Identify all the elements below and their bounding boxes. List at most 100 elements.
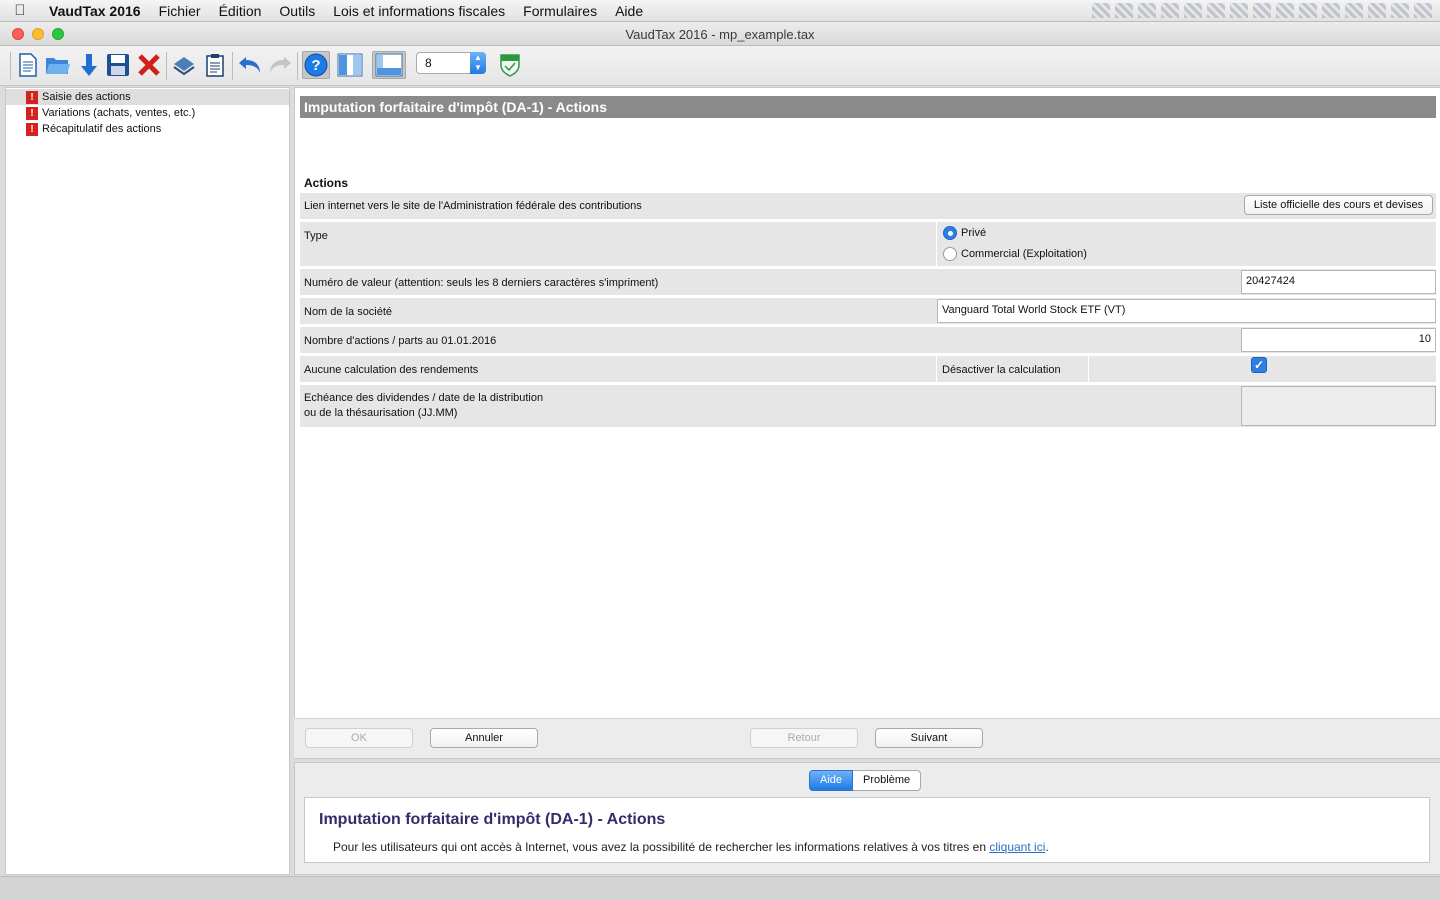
new-document-icon[interactable]: [14, 51, 42, 79]
window-title: VaudTax 2016 - mp_example.tax: [625, 27, 815, 42]
download-arrow-icon[interactable]: [75, 51, 103, 79]
toolbar: ?: [0, 46, 1440, 86]
warning-icon: !: [26, 122, 38, 136]
help-icon[interactable]: ?: [302, 51, 330, 79]
row-label: Nombre d'actions / parts au 01.01.2016: [304, 335, 497, 347]
sidebar-item-label: Variations (achats, ventes, etc.): [42, 107, 196, 119]
warning-icon: !: [26, 106, 38, 120]
menu-fichier[interactable]: Fichier: [150, 3, 210, 19]
row-label: Lien internet vers le site de l'Administ…: [304, 200, 642, 212]
menu-outils[interactable]: Outils: [270, 3, 324, 19]
status-icon[interactable]: [1276, 3, 1294, 18]
radio-label: Commercial (Exploitation): [961, 248, 1087, 260]
back-button[interactable]: Retour: [750, 728, 858, 748]
status-bar: [0, 876, 1440, 900]
row-dividend-date: Echéance des dividendes / date de la dis…: [300, 385, 1436, 427]
row-shares: Nombre d'actions / parts au 01.01.2016 1…: [300, 327, 1436, 353]
help-content: Imputation forfaitaire d'impôt (DA-1) - …: [304, 797, 1430, 863]
status-icon[interactable]: [1345, 3, 1363, 18]
section-title: Actions: [304, 176, 349, 190]
dividend-date-input[interactable]: [1241, 386, 1436, 426]
tab-probleme[interactable]: Problème: [853, 770, 922, 791]
status-icon[interactable]: [1138, 3, 1156, 18]
status-icon[interactable]: [1230, 3, 1248, 18]
status-icon[interactable]: [1184, 3, 1202, 18]
vaud-shield-icon[interactable]: [496, 51, 524, 79]
status-icon[interactable]: [1299, 3, 1317, 18]
status-icon[interactable]: [1368, 3, 1386, 18]
row-internet-link: Lien internet vers le site de l'Administ…: [300, 193, 1436, 219]
disable-calculation-checkbox[interactable]: ✓: [1251, 357, 1267, 373]
save-disk-icon[interactable]: [104, 51, 132, 79]
sidebar-item-variations[interactable]: ! Variations (achats, ventes, etc.): [6, 105, 195, 121]
row-valor: Numéro de valeur (attention: seuls les 8…: [300, 269, 1436, 295]
form-header: Imputation forfaitaire d'impôt (DA-1) - …: [300, 96, 1436, 118]
clipboard-icon[interactable]: [201, 51, 229, 79]
status-icon[interactable]: [1161, 3, 1179, 18]
next-button[interactable]: Suivant: [875, 728, 983, 748]
status-icon[interactable]: [1414, 3, 1432, 18]
sidebar-item-recapitulatif[interactable]: ! Récapitulatif des actions: [6, 121, 161, 137]
tab-aide[interactable]: Aide: [809, 770, 854, 791]
menu-app-name[interactable]: VaudTax 2016: [40, 3, 150, 19]
form-panel: Imputation forfaitaire d'impôt (DA-1) - …: [294, 87, 1440, 759]
status-icon[interactable]: [1391, 3, 1409, 18]
row-label: ou de la thésaurisation (JJ.MM): [304, 407, 458, 419]
row-label: Echéance des dividendes / date de la dis…: [304, 392, 544, 404]
delete-x-icon[interactable]: [135, 51, 163, 79]
status-icon[interactable]: [1253, 3, 1271, 18]
sidebar-item-label: Récapitulatif des actions: [42, 123, 162, 135]
stepper-arrows-icon[interactable]: ▲ ▼: [470, 52, 486, 74]
window-titlebar: VaudTax 2016 - mp_example.tax: [0, 22, 1440, 46]
sidebar-tree: ! Saisie des actions ! Variations (achat…: [5, 87, 290, 875]
status-icon[interactable]: [1207, 3, 1225, 18]
sidebar-item-saisie-actions[interactable]: ! Saisie des actions: [6, 89, 289, 105]
radio-label: Privé: [961, 227, 987, 239]
row-type: Type Privé Commercial (Exploitation): [300, 222, 1436, 266]
row-no-calculation: Aucune calculation des rendements Désact…: [300, 356, 1436, 382]
official-rates-button[interactable]: Liste officielle des cours et devises: [1244, 195, 1433, 215]
shares-input[interactable]: 10: [1241, 328, 1436, 352]
menubar:  VaudTax 2016 Fichier Édition Outils Lo…: [0, 0, 1440, 22]
cancel-button[interactable]: Annuler: [430, 728, 538, 748]
sidebar-layout-icon[interactable]: [336, 51, 364, 79]
menu-aide[interactable]: Aide: [606, 3, 652, 19]
undo-icon[interactable]: [236, 51, 264, 79]
row-company: Nom de la société Vanguard Total World S…: [300, 298, 1436, 324]
apple-icon[interactable]: : [0, 2, 40, 19]
row-label: Numéro de valeur (attention: seuls les 8…: [304, 277, 659, 289]
help-tabs: Aide Problème: [809, 770, 922, 791]
radio-prive[interactable]: [943, 226, 957, 240]
sidebar-item-label: Saisie des actions: [42, 91, 131, 103]
row-label: Type: [304, 230, 328, 242]
zoom-select[interactable]: 8 ▲ ▼: [416, 52, 486, 74]
status-icon[interactable]: [1092, 3, 1110, 18]
menu-formulaires[interactable]: Formulaires: [514, 3, 606, 19]
open-folder-icon[interactable]: [44, 51, 72, 79]
form-button-bar: OK Annuler Retour Suivant: [294, 718, 1440, 758]
status-icon[interactable]: [1322, 3, 1340, 18]
menu-edition[interactable]: Édition: [210, 3, 271, 19]
company-input[interactable]: Vanguard Total World Stock ETF (VT): [937, 299, 1436, 323]
status-icon[interactable]: [1115, 3, 1133, 18]
ok-button[interactable]: OK: [305, 728, 413, 748]
help-link[interactable]: cliquant ici: [989, 840, 1045, 854]
row-label: Nom de la société: [304, 306, 393, 318]
menu-lois[interactable]: Lois et informations fiscales: [324, 3, 514, 19]
status-icons: [1092, 3, 1432, 18]
help-text: Pour les utilisateurs qui ont accès à In…: [333, 840, 1049, 854]
help-text-end: .: [1045, 840, 1049, 854]
valor-input[interactable]: 20427424: [1241, 270, 1436, 294]
print-icon[interactable]: [170, 51, 198, 79]
row-label: Aucune calculation des rendements: [304, 364, 479, 376]
redo-icon[interactable]: [266, 51, 294, 79]
help-panel: Aide Problème Imputation forfaitaire d'i…: [294, 762, 1440, 875]
disable-calculation-label: Désactiver la calculation: [942, 364, 1061, 376]
warning-icon: !: [26, 90, 38, 104]
help-title: Imputation forfaitaire d'impôt (DA-1) - …: [319, 811, 666, 828]
svg-text:?: ?: [311, 57, 320, 74]
bottom-panel-layout-icon[interactable]: [372, 51, 406, 79]
zoom-value: 8: [425, 56, 432, 70]
radio-commercial[interactable]: [943, 247, 957, 261]
help-text-body: Pour les utilisateurs qui ont accès à In…: [333, 840, 990, 854]
